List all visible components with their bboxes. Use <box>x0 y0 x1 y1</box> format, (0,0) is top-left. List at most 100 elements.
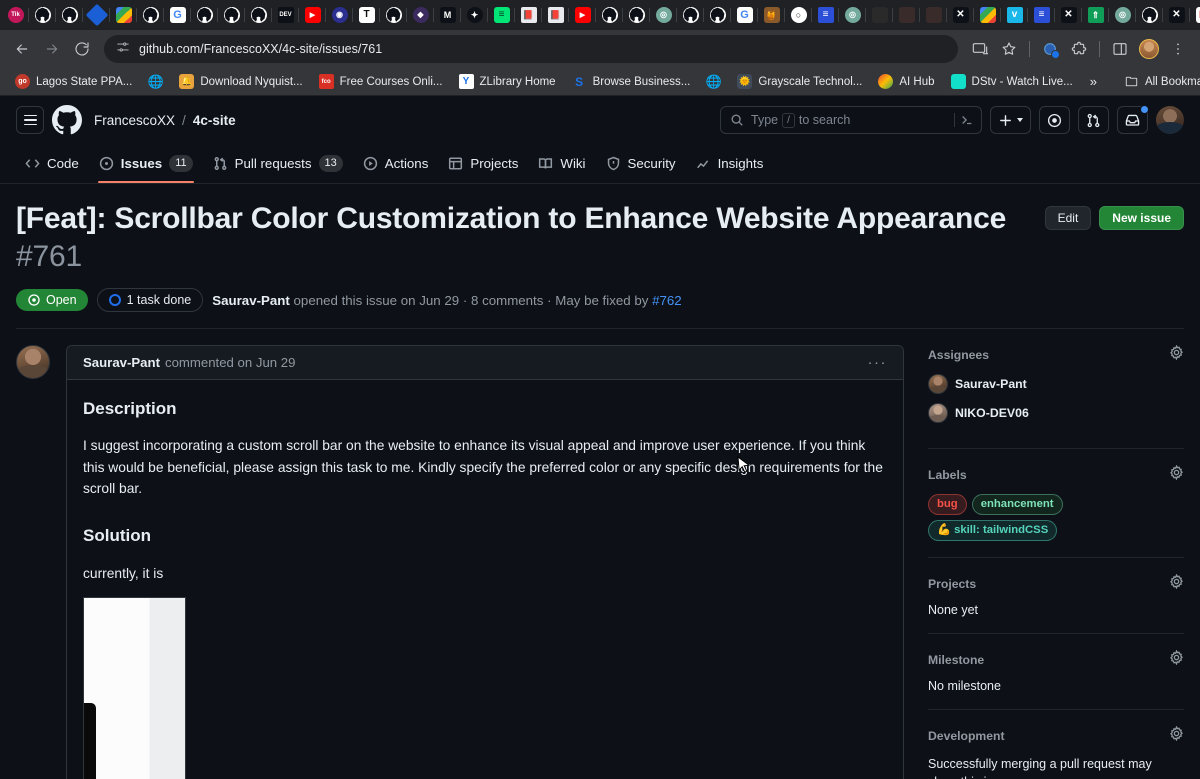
misc-tab[interactable] <box>866 1 893 29</box>
github-tab[interactable] <box>677 1 704 29</box>
github-tab[interactable] <box>596 1 623 29</box>
bookmark-item[interactable]: AI Hub <box>871 71 941 92</box>
x-tab[interactable]: ✕ <box>1055 1 1082 29</box>
docs-tab[interactable]: ≡ <box>1028 1 1055 29</box>
openai-tab[interactable]: ◎ <box>1109 1 1136 29</box>
github-tab[interactable] <box>191 1 218 29</box>
avatar[interactable] <box>16 345 50 379</box>
bookmark-star-icon[interactable] <box>995 35 1023 63</box>
gmail-tab[interactable]: M <box>1190 1 1200 29</box>
bookmark-item[interactable]: Y ZLibrary Home <box>452 71 563 92</box>
github-tab[interactable] <box>380 1 407 29</box>
attached-screenshot-image[interactable] <box>83 597 186 779</box>
gear-icon[interactable] <box>1169 649 1184 670</box>
book-tab[interactable]: 📕 <box>542 1 569 29</box>
edit-button[interactable]: Edit <box>1044 206 1092 230</box>
new-issue-button[interactable]: New issue <box>1099 206 1184 230</box>
reload-button[interactable] <box>68 35 96 63</box>
bookmark-item[interactable]: 🔔 Download Nyquist... <box>172 71 309 92</box>
comment-author[interactable]: Saurav-Pant <box>83 355 160 370</box>
gear-icon[interactable] <box>1169 725 1184 746</box>
nav-item-actions[interactable]: Actions <box>354 144 438 183</box>
camera-tab[interactable]: ◉ <box>326 1 353 29</box>
m-tab[interactable]: M <box>434 1 461 29</box>
extensions-puzzle-icon[interactable] <box>1065 35 1093 63</box>
nav-item-issues[interactable]: Issues 11 <box>90 144 202 183</box>
bookmark-item[interactable]: 🌞 Grayscale Technol... <box>730 71 869 92</box>
openai-tab[interactable]: ◎ <box>839 1 866 29</box>
create-new-button[interactable] <box>990 106 1031 134</box>
nav-item-projects[interactable]: Projects <box>439 144 527 183</box>
address-bar[interactable]: github.com/FrancescoXX/4c-site/issues/76… <box>104 35 958 63</box>
install-app-icon[interactable] <box>966 35 994 63</box>
docs-tab[interactable]: ≡ <box>812 1 839 29</box>
pull-requests-button[interactable] <box>1078 106 1109 134</box>
bookmark-item[interactable]: S Browse Business... <box>565 71 698 92</box>
label-chip[interactable]: 💪 skill: tailwindCSS <box>928 520 1058 541</box>
github-tab[interactable] <box>29 1 56 29</box>
google-tab[interactable]: G <box>731 1 758 29</box>
openai-tab[interactable]: ◎ <box>650 1 677 29</box>
assignee-item[interactable]: Saurav-Pant <box>928 374 1184 394</box>
task-progress-badge[interactable]: 1 task done <box>96 288 204 312</box>
x-tab[interactable]: ✕ <box>947 1 974 29</box>
extension-icon[interactable] <box>1036 35 1064 63</box>
youtube-tab[interactable]: ▶ <box>299 1 326 29</box>
devto-tab[interactable]: DEV <box>272 1 299 29</box>
google-tab[interactable]: G <box>164 1 191 29</box>
side-panel-icon[interactable] <box>1106 35 1134 63</box>
github-tab[interactable] <box>137 1 164 29</box>
forward-button[interactable] <box>38 35 66 63</box>
nav-item-pull-requests[interactable]: Pull requests 13 <box>204 144 352 183</box>
green-tab[interactable]: ⇑ <box>1082 1 1109 29</box>
text-tab[interactable]: T <box>353 1 380 29</box>
github-tab[interactable] <box>623 1 650 29</box>
tiktok-tab[interactable]: Tik <box>2 1 29 29</box>
chrome-menu-icon[interactable] <box>1164 35 1192 63</box>
gear-icon[interactable] <box>1169 573 1184 594</box>
nav-item-code[interactable]: Code <box>16 144 88 183</box>
search-input[interactable]: Type / to search <box>720 106 982 134</box>
bookmark-item[interactable]: 🌐 <box>699 71 728 92</box>
nav-item-insights[interactable]: Insights <box>687 144 773 183</box>
misc-tab[interactable] <box>920 1 947 29</box>
circle-tab[interactable]: ○ <box>785 1 812 29</box>
github-tab[interactable] <box>704 1 731 29</box>
bookmark-item[interactable]: go Lagos State PPA... <box>8 71 139 92</box>
all-bookmarks-button[interactable]: 🗀 All Bookmarks <box>1117 71 1200 92</box>
command-palette-icon[interactable] <box>954 113 974 127</box>
green-note-tab[interactable]: ≡ <box>488 1 515 29</box>
issue-author[interactable]: Saurav-Pant <box>212 293 290 308</box>
gear-icon[interactable] <box>1169 344 1184 365</box>
book-tab[interactable]: 📕 <box>515 1 542 29</box>
nav-item-wiki[interactable]: Wiki <box>529 144 594 183</box>
github-logo-icon[interactable] <box>52 105 82 135</box>
issues-button[interactable] <box>1039 106 1070 134</box>
jira-tab[interactable] <box>83 1 110 29</box>
user-avatar[interactable] <box>1156 106 1184 134</box>
nav-item-security[interactable]: Security <box>597 144 685 183</box>
site-settings-icon[interactable] <box>116 40 130 59</box>
back-button[interactable] <box>8 35 36 63</box>
vimeo-tab[interactable]: v <box>1001 1 1028 29</box>
gear-icon[interactable] <box>1169 464 1184 485</box>
label-chip[interactable]: enhancement <box>971 494 1063 515</box>
github-tab[interactable] <box>245 1 272 29</box>
breadcrumb-repo[interactable]: 4c-site <box>193 113 236 128</box>
misc-tab[interactable] <box>893 1 920 29</box>
purple-tab[interactable]: ◆ <box>407 1 434 29</box>
assignee-item[interactable]: NIKO-DEV06 <box>928 403 1184 423</box>
youtube-tab[interactable]: ▶ <box>569 1 596 29</box>
address-bar-url[interactable]: github.com/FrancescoXX/4c-site/issues/76… <box>139 42 382 56</box>
github-tab[interactable] <box>218 1 245 29</box>
notion-tab[interactable]: ✦ <box>461 1 488 29</box>
hamburger-menu-icon[interactable] <box>16 106 44 134</box>
notifications-button[interactable] <box>1117 105 1149 134</box>
bookmarks-overflow-icon[interactable]: » <box>1082 74 1105 89</box>
linked-pr-link[interactable]: #762 <box>652 293 682 308</box>
bookmark-item[interactable]: fco Free Courses Onli... <box>312 71 450 92</box>
profile-avatar[interactable] <box>1135 35 1163 63</box>
gmail-tab[interactable] <box>110 1 137 29</box>
comment-menu-icon[interactable]: ··· <box>868 355 888 370</box>
github-tab[interactable] <box>1136 1 1163 29</box>
